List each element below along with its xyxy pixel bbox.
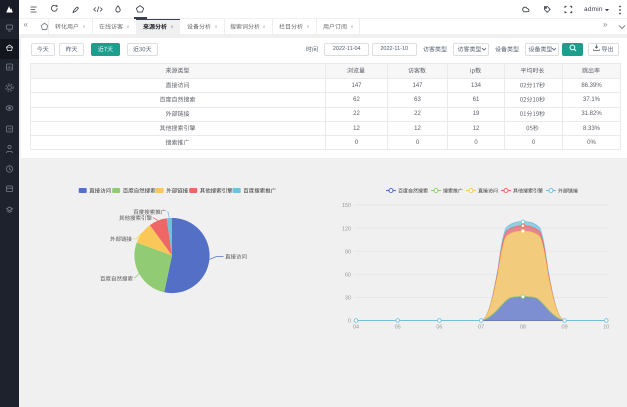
svg-text:09: 09 (562, 325, 568, 331)
svg-text:05: 05 (395, 325, 401, 331)
svg-text:04: 04 (353, 325, 359, 331)
svg-text:×: × (307, 25, 310, 31)
svg-text:150: 150 (342, 203, 351, 209)
svg-text:07: 07 (478, 325, 484, 331)
svg-text:×: × (171, 25, 174, 31)
svg-text:0: 0 (348, 319, 351, 325)
svg-text:30: 30 (345, 296, 351, 302)
svg-text:×: × (351, 25, 354, 31)
svg-text:×: × (263, 25, 266, 31)
svg-text:90: 90 (345, 249, 351, 255)
svg-text:06: 06 (436, 325, 442, 331)
svg-text:120: 120 (342, 226, 351, 232)
svg-text:×: × (127, 25, 130, 31)
svg-text:60: 60 (345, 273, 351, 279)
svg-text:×: × (83, 25, 86, 31)
svg-text:08: 08 (520, 325, 526, 331)
svg-text:10: 10 (603, 325, 609, 331)
svg-text:×: × (215, 25, 218, 31)
